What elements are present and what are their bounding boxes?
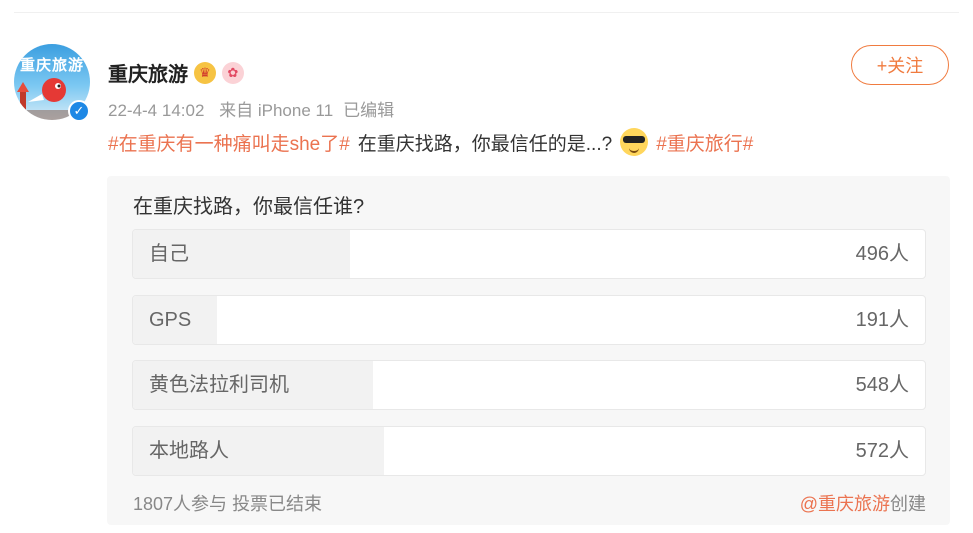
poll-option-count: 191人 (855, 309, 909, 331)
post-body: 在重庆找路，你最信任的是...? (357, 133, 613, 155)
poll-question: 在重庆找路，你最信任谁? (133, 196, 365, 218)
poll-created-suffix: 创建 (890, 494, 926, 514)
poll-option[interactable]: 黄色法拉利司机 548人 (132, 360, 926, 410)
post-text: #在重庆有一种痛叫走she了# 在重庆找路，你最信任的是...? #重庆旅行# (108, 128, 753, 156)
poll-option-label: 本地路人 (149, 440, 229, 462)
poll-option[interactable]: 自己 496人 (132, 229, 926, 279)
verified-icon: ✓ (68, 100, 90, 122)
cool-face-emoji-icon (620, 128, 649, 156)
author-row: 重庆旅游 ♛ ✿ (108, 58, 244, 87)
post-source: 来自 iPhone 11 (219, 101, 334, 120)
follow-button[interactable]: +关注 (851, 45, 949, 85)
poll-option-count: 496人 (855, 243, 909, 265)
poll-option[interactable]: GPS 191人 (132, 295, 926, 345)
top-divider (14, 12, 959, 13)
poll-option-count: 548人 (855, 374, 909, 396)
crown-badge-icon[interactable]: ♛ (194, 61, 216, 84)
poll-option-label: 自己 (149, 243, 189, 265)
poll-option-label: 黄色法拉利司机 (149, 374, 289, 396)
follow-label: +关注 (876, 56, 924, 76)
hashtag-link[interactable]: #在重庆有一种痛叫走she了# (108, 129, 350, 156)
poll-status: 投票已结束 (232, 494, 323, 514)
poll-card: 在重庆找路，你最信任谁? 自己 496人 GPS 191人 黄色法拉利司机 54… (107, 176, 950, 525)
post-timestamp[interactable]: 22-4-4 14:02 (108, 101, 204, 120)
poll-option-count: 572人 (855, 440, 909, 462)
poll-option[interactable]: 本地路人 572人 (132, 426, 926, 476)
poll-creator: @重庆旅游创建 (800, 490, 926, 516)
edited-label[interactable]: 已编辑 (343, 101, 394, 120)
flower-badge-icon[interactable]: ✿ (222, 61, 244, 84)
hashtag-link[interactable]: #重庆旅行# (656, 129, 753, 156)
post-meta: 22-4-4 14:02 来自 iPhone 11 已编辑 (108, 96, 404, 121)
poll-summary: 1807人参与 投票已结束 (133, 490, 322, 516)
poll-participants: 1807人参与 (133, 494, 228, 514)
poll-option-label: GPS (149, 309, 192, 331)
author-name[interactable]: 重庆旅游 (108, 58, 188, 87)
poll-creator-link[interactable]: @重庆旅游 (800, 494, 890, 514)
